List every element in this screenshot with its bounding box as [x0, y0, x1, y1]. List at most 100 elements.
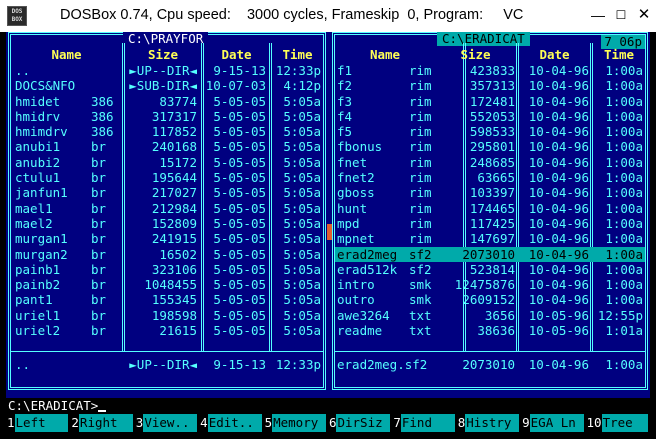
file-date: 10-07-03	[205, 78, 266, 94]
file-time: 5:05a	[283, 154, 321, 170]
file-date: 5-05-05	[213, 124, 266, 140]
file-extension: br	[91, 154, 107, 170]
file-extension: br	[91, 185, 107, 201]
file-row[interactable]: mael1 br 212984 5-05-05 5:05a	[11, 201, 323, 216]
file-row[interactable]: anubi2 br 15172 5-05-05 5:05a	[11, 155, 323, 170]
file-extension: rim	[409, 139, 432, 155]
function-key-number: 3	[135, 415, 144, 430]
file-date: 10-04-96	[528, 63, 589, 78]
file-row[interactable]: f4 rim 552053 10-04-96 1:00a	[335, 109, 645, 124]
file-row[interactable]: mpd rim 117425 10-04-96 1:00a	[335, 216, 645, 231]
file-extension: rim	[409, 108, 432, 124]
file-size: ►UP--DIR◄	[129, 63, 197, 78]
function-key-5[interactable]: 5 Memory	[264, 414, 328, 432]
file-time: 1:00a	[605, 277, 643, 293]
file-row[interactable]: uriel2 br 21615 5-05-05 5:05a	[11, 323, 323, 338]
function-key-4[interactable]: 4 Edit..	[199, 414, 263, 432]
dos-screen[interactable]: C:\PRAYFOR Name Size Date Time .. ►UP--DI…	[6, 32, 650, 432]
close-button[interactable]: ✕	[631, 0, 656, 32]
file-row[interactable]: readme txt 38636 10-05-96 1:01a	[335, 323, 645, 338]
file-name: DOCS&NFO	[15, 78, 76, 94]
file-row[interactable]: uriel1 br 198598 5-05-05 5:05a	[11, 308, 323, 323]
size-column-header: Size	[460, 47, 491, 62]
function-key-1[interactable]: 1 Left	[6, 414, 70, 432]
file-row[interactable]: painb1 br 323106 5-05-05 5:05a	[11, 262, 323, 277]
file-time: 5:05a	[283, 200, 321, 216]
file-row[interactable]: erad512k sf2 523814 10-04-96 1:00a	[335, 262, 645, 277]
file-name: mael2	[15, 215, 53, 231]
file-name: readme	[337, 323, 383, 339]
file-name: ..	[15, 63, 31, 78]
file-size: 217027	[151, 185, 197, 201]
function-key-label: Memory	[272, 414, 326, 432]
function-key-7[interactable]: 7 Find	[392, 414, 456, 432]
function-key-number: 6	[328, 415, 337, 430]
file-time: 12:55p	[597, 307, 643, 323]
file-row[interactable]: mpnet rim 147697 10-04-96 1:00a	[335, 231, 645, 246]
file-size: 241915	[151, 231, 197, 247]
file-row[interactable]: .. ►UP--DIR◄ 9-15-13 12:33p	[11, 63, 323, 78]
left-file-panel[interactable]: C:\PRAYFOR Name Size Date Time .. ►UP--DI…	[8, 32, 326, 390]
file-row[interactable]: fnet2 rim 63665 10-04-96 1:00a	[335, 170, 645, 185]
file-size: 2609152	[462, 292, 515, 308]
file-name: uriel2	[15, 323, 61, 339]
file-row[interactable]: hmimdrv 386 117852 5-05-05 5:05a	[11, 124, 323, 139]
dosbox-app-icon[interactable]: DOS BOX	[7, 6, 27, 26]
file-row[interactable]: painb2 br 1048455 5-05-05 5:05a	[11, 277, 323, 292]
footer-date: 10-04-96	[528, 357, 589, 372]
file-date: 5-05-05	[213, 139, 266, 155]
file-row[interactable]: murgan2 br 16502 5-05-05 5:05a	[11, 247, 323, 262]
file-row[interactable]: hunt rim 174465 10-04-96 1:00a	[335, 201, 645, 216]
app-icon-text-top: DOS	[11, 8, 23, 15]
file-row[interactable]: f1 rim 423833 10-04-96 1:00a	[335, 63, 645, 78]
function-key-10[interactable]: 10 Tree	[586, 414, 650, 432]
file-extension: br	[91, 323, 107, 339]
name-column-header: Name	[51, 47, 82, 62]
file-row[interactable]: murgan1 br 241915 5-05-05 5:05a	[11, 231, 323, 246]
date-column-header: Date	[539, 47, 570, 62]
file-extension: rim	[409, 78, 432, 94]
file-row[interactable]: mael2 br 152809 5-05-05 5:05a	[11, 216, 323, 231]
function-key-9[interactable]: 9 EGA Ln	[521, 414, 585, 432]
function-key-number: 10	[586, 415, 602, 430]
file-row[interactable]: outro smk 2609152 10-04-96 1:00a	[335, 292, 645, 307]
file-size: 147697	[469, 231, 515, 247]
file-extension: sf2	[409, 261, 432, 277]
file-row[interactable]: hmidet 386 83774 5-05-05 5:05a	[11, 94, 323, 109]
file-row[interactable]: erad2meg sf2 2073010 10-04-96 1:00a	[335, 246, 645, 262]
function-key-2[interactable]: 2 Right	[70, 414, 134, 432]
file-row[interactable]: anubi1 br 240168 5-05-05 5:05a	[11, 139, 323, 154]
file-date: 10-04-96	[528, 261, 589, 277]
file-row[interactable]: f2 rim 357313 10-04-96 1:00a	[335, 78, 645, 93]
file-row[interactable]: fnet rim 248685 10-04-96 1:00a	[335, 155, 645, 170]
function-key-6[interactable]: 6 DirSiz	[328, 414, 392, 432]
function-key-3[interactable]: 3 View..	[135, 414, 199, 432]
file-extension: 386	[91, 93, 114, 109]
file-extension: br	[91, 246, 107, 262]
file-size: 15172	[159, 154, 197, 170]
file-size: 523814	[469, 261, 515, 277]
file-row[interactable]: intro smk 12475876 10-04-96 1:00a	[335, 277, 645, 292]
file-extension: br	[91, 261, 107, 277]
file-date: 10-05-96	[528, 323, 589, 339]
footer-divider	[335, 351, 645, 352]
file-row[interactable]: gboss rim 103397 10-04-96 1:00a	[335, 185, 645, 200]
right-file-panel[interactable]: C:\ERADICAT 7 06p Name Size Date Time f1…	[332, 32, 648, 390]
file-row[interactable]: pant1 br 155345 5-05-05 5:05a	[11, 292, 323, 307]
function-key-8[interactable]: 8 Histry	[457, 414, 521, 432]
file-extension: br	[91, 200, 107, 216]
file-row[interactable]: hmidrv 386 317317 5-05-05 5:05a	[11, 109, 323, 124]
file-name: erad2meg	[337, 246, 398, 262]
file-row[interactable]: awe3264 txt 3656 10-05-96 12:55p	[335, 308, 645, 323]
file-row[interactable]: fbonus rim 295801 10-04-96 1:00a	[335, 139, 645, 154]
command-line[interactable]: C:\ERADICAT>	[6, 398, 650, 414]
file-size: 172481	[469, 93, 515, 109]
file-name: janfun1	[15, 185, 68, 201]
file-row[interactable]: DOCS&NFO ►SUB-DIR◄ 10-07-03 4:12p	[11, 78, 323, 93]
file-row[interactable]: f5 rim 598533 10-04-96 1:00a	[335, 124, 645, 139]
file-row[interactable]: f3 rim 172481 10-04-96 1:00a	[335, 94, 645, 109]
file-date: 10-04-96	[528, 108, 589, 124]
file-row[interactable]: ctulu1 br 195644 5-05-05 5:05a	[11, 170, 323, 185]
file-size: 295801	[469, 139, 515, 155]
file-row[interactable]: janfun1 br 217027 5-05-05 5:05a	[11, 185, 323, 200]
